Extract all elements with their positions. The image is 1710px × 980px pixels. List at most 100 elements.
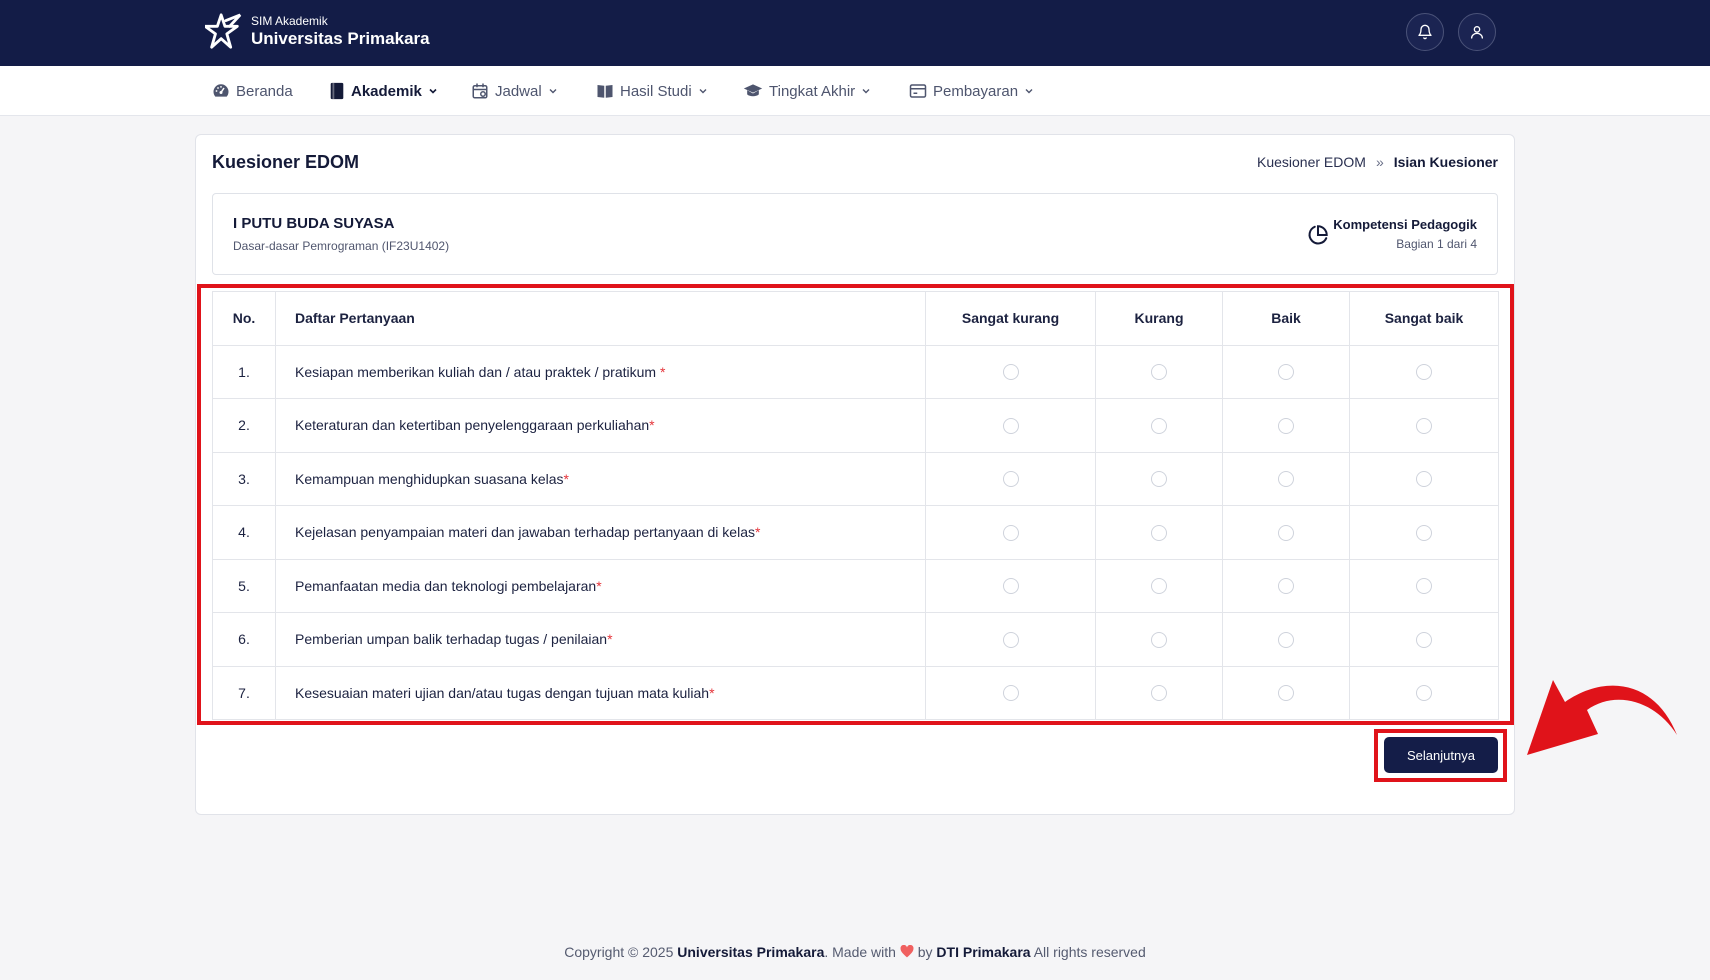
breadcrumb-current: Isian Kuesioner	[1393, 154, 1498, 170]
question-label: Pemberian umpan balik terhadap tugas / p…	[295, 631, 608, 648]
course-name: Dasar-dasar Pemrograman (IF23U1402)	[233, 239, 450, 253]
header-option-sangat-kurang: Sangat kurang	[925, 291, 1096, 346]
breadcrumb-parent-link[interactable]: Kuesioner EDOM	[1257, 154, 1366, 170]
footer-by: by	[913, 944, 937, 960]
nav-tingkat-akhir[interactable]: Tingkat Akhir	[743, 66, 871, 116]
row-number: 5.	[212, 558, 276, 613]
question-label: Pemanfaatan media dan teknologi pembelaj…	[295, 577, 597, 594]
required-marker: *	[649, 417, 655, 434]
required-marker: *	[563, 470, 569, 487]
question-text: Kemampuan menghidupkan suasana kelas*	[275, 451, 926, 506]
row-number: 2.	[212, 398, 276, 453]
radio-sangat-kurang[interactable]	[1002, 685, 1019, 702]
radio-sangat-kurang[interactable]	[1002, 631, 1019, 648]
option-cell	[925, 558, 1096, 613]
footer-suffix: All rights reserved	[1030, 944, 1146, 960]
table-row: 1. Kesiapan memberikan kuliah dan / atau…	[212, 344, 1499, 399]
question-text: Kesiapan memberikan kuliah dan / atau pr…	[275, 344, 926, 399]
nav-akademik-label: Akademik	[351, 82, 422, 100]
app-name: Universitas Primakara	[251, 29, 430, 48]
dashboard-icon	[213, 84, 229, 97]
radio-kurang[interactable]	[1151, 417, 1167, 434]
option-cell	[1095, 451, 1223, 506]
question-text: Pemberian umpan balik terhadap tugas / p…	[275, 612, 926, 667]
radio-baik[interactable]	[1278, 364, 1294, 381]
breadcrumb-separator: »	[1375, 154, 1384, 170]
option-cell	[925, 451, 1096, 506]
nav-akademik[interactable]: Akademik	[329, 66, 438, 116]
calendar-icon	[472, 83, 488, 99]
footer-org: Universitas Primakara	[677, 944, 825, 960]
nav-hasil-studi[interactable]: Hasil Studi	[596, 66, 708, 116]
radio-sangat-baik[interactable]	[1416, 417, 1432, 434]
notification-button[interactable]	[1406, 13, 1444, 51]
option-cell	[1349, 558, 1499, 613]
question-label: Kejelasan penyampaian materi dan jawaban…	[295, 524, 755, 541]
option-cell	[1222, 612, 1350, 667]
required-marker: *	[596, 577, 602, 594]
question-label: Kesesuaian materi ujian dan/atau tugas d…	[295, 684, 710, 701]
radio-baik[interactable]	[1278, 417, 1294, 434]
heart-icon	[900, 944, 914, 958]
row-number: 3.	[212, 451, 276, 506]
option-cell	[1095, 344, 1223, 399]
required-marker: *	[659, 363, 666, 380]
radio-kurang[interactable]	[1151, 631, 1167, 648]
option-cell	[1095, 505, 1223, 560]
option-cell	[925, 344, 1096, 399]
breadcrumb: Kuesioner EDOM » Isian Kuesioner	[1257, 154, 1498, 170]
question-label: Kemampuan menghidupkan suasana kelas	[295, 470, 564, 487]
radio-sangat-kurang[interactable]	[1002, 364, 1019, 381]
radio-sangat-kurang[interactable]	[1002, 471, 1019, 488]
option-cell	[1222, 451, 1350, 506]
radio-baik[interactable]	[1278, 578, 1294, 595]
radio-sangat-baik[interactable]	[1416, 685, 1432, 702]
row-number: 7.	[212, 665, 276, 720]
radio-kurang[interactable]	[1151, 685, 1167, 702]
radio-sangat-baik[interactable]	[1416, 524, 1432, 541]
row-number: 1.	[212, 344, 276, 399]
nav-beranda[interactable]: Beranda	[212, 66, 293, 116]
app-subtitle: SIM Akademik	[251, 14, 328, 28]
radio-sangat-kurang[interactable]	[1002, 417, 1019, 434]
radio-kurang[interactable]	[1151, 524, 1167, 541]
main-nav: Beranda Akademik Jadwal Hasil Studi Ting…	[0, 66, 1710, 116]
radio-sangat-baik[interactable]	[1416, 578, 1432, 595]
profile-button[interactable]	[1458, 13, 1496, 51]
radio-baik[interactable]	[1278, 631, 1294, 648]
radio-baik[interactable]	[1278, 524, 1294, 541]
nav-jadwal[interactable]: Jadwal	[471, 66, 558, 116]
option-cell	[925, 398, 1096, 453]
questionnaire-table: No. Daftar Pertanyaan Sangat kurang Kura…	[212, 291, 1499, 720]
radio-kurang[interactable]	[1151, 471, 1167, 488]
radio-baik[interactable]	[1278, 471, 1294, 488]
nav-hasil-studi-label: Hasil Studi	[620, 82, 692, 100]
option-cell	[1349, 665, 1499, 720]
footer: Copyright © 2025 Universitas Primakara. …	[0, 944, 1710, 960]
radio-kurang[interactable]	[1151, 364, 1167, 381]
nav-pembayaran-label: Pembayaran	[933, 82, 1019, 100]
header-option-baik: Baik	[1222, 291, 1350, 346]
radio-sangat-kurang[interactable]	[1002, 578, 1019, 595]
radio-baik[interactable]	[1278, 685, 1294, 702]
option-cell	[1095, 612, 1223, 667]
chevron-down-icon	[549, 89, 557, 94]
radio-sangat-baik[interactable]	[1416, 631, 1432, 648]
question-label: Keteraturan dan ketertiban penyelenggara…	[295, 417, 650, 434]
required-marker: *	[709, 684, 715, 701]
chevron-down-icon	[429, 88, 437, 94]
question-text: Kejelasan penyampaian materi dan jawaban…	[275, 505, 926, 560]
radio-sangat-kurang[interactable]	[1002, 524, 1019, 541]
question-label: Kesiapan memberikan kuliah dan / atau pr…	[295, 363, 660, 380]
chevron-down-icon	[862, 89, 870, 94]
radio-sangat-baik[interactable]	[1416, 471, 1432, 488]
nav-tingkat-akhir-label: Tingkat Akhir	[769, 82, 856, 100]
option-cell	[1095, 398, 1223, 453]
radio-sangat-baik[interactable]	[1416, 364, 1432, 381]
option-cell	[1349, 612, 1499, 667]
radio-kurang[interactable]	[1151, 578, 1167, 595]
question-text: Kesesuaian materi ujian dan/atau tugas d…	[275, 665, 926, 720]
chevron-down-icon	[699, 89, 707, 94]
nav-pembayaran[interactable]: Pembayaran	[909, 66, 1034, 116]
next-button[interactable]: Selanjutnya	[1384, 737, 1498, 773]
